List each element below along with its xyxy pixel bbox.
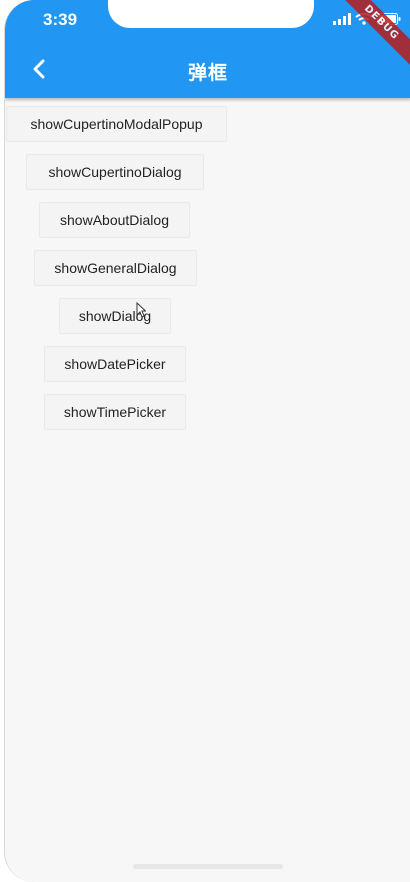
status-time: 3:39	[43, 10, 78, 29]
show-time-picker-button[interactable]: showTimePicker	[44, 394, 186, 430]
signal-icon	[333, 12, 351, 30]
show-about-dialog-button[interactable]: showAboutDialog	[39, 202, 190, 238]
device-notch	[108, 0, 314, 28]
mouse-pointer-icon	[136, 301, 147, 318]
show-general-dialog-button[interactable]: showGeneralDialog	[34, 250, 197, 286]
show-cupertino-modal-popup-button[interactable]: showCupertinoModalPopup	[6, 106, 227, 142]
home-indicator	[133, 864, 283, 869]
phone-screen: 3:39 DEBUG 弹框 showCupertinoModalPopup sh…	[4, 0, 410, 882]
app-bar: 3:39 DEBUG 弹框	[5, 0, 410, 98]
show-dialog-button[interactable]: showDialog	[59, 298, 171, 334]
show-cupertino-dialog-button[interactable]: showCupertinoDialog	[26, 154, 204, 190]
show-date-picker-button[interactable]: showDatePicker	[44, 346, 186, 382]
page-title: 弹框	[187, 62, 228, 84]
